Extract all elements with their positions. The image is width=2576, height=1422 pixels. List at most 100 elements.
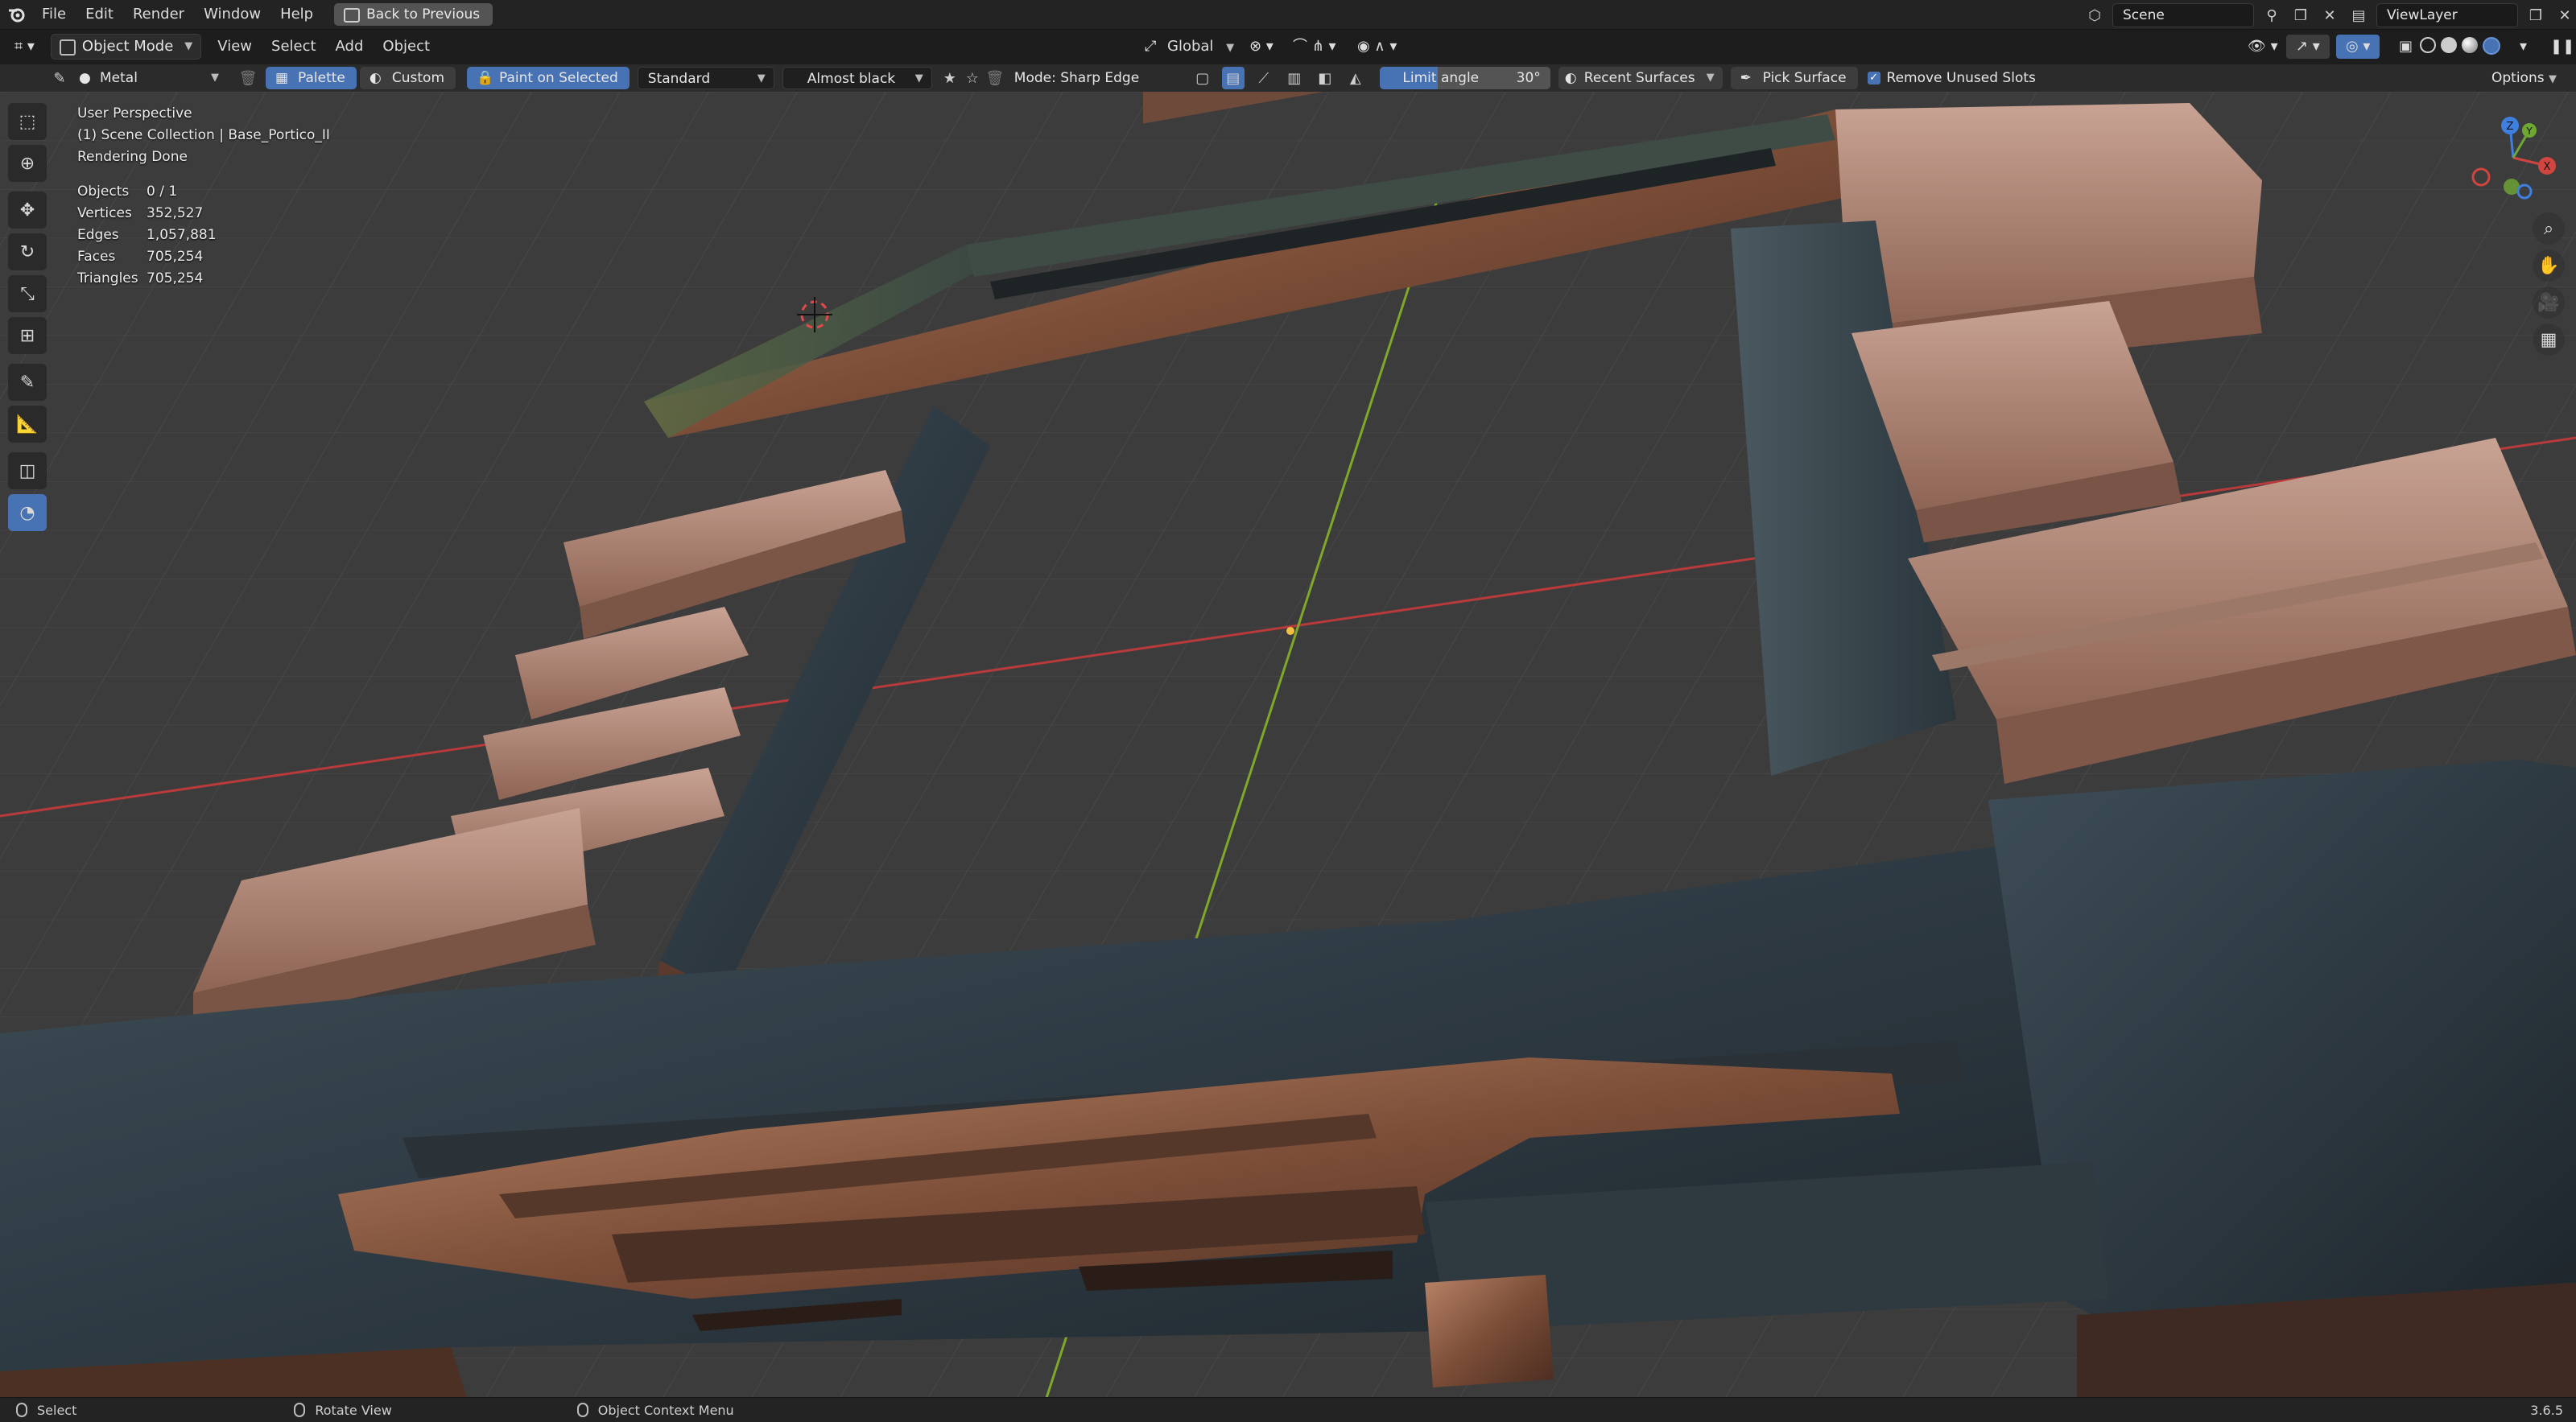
wireframe-shading-icon[interactable] xyxy=(2420,37,2436,53)
gizmo-y-label: Y xyxy=(2525,126,2533,137)
color-dropdown[interactable]: Almost black ▼ xyxy=(782,67,932,89)
mode-icon-3[interactable]: ⟋ xyxy=(1253,67,1275,89)
blender-logo-icon[interactable] xyxy=(0,0,32,29)
overlays-toggle-icon[interactable]: ◎ ▾ xyxy=(2336,35,2380,59)
rotate-tool-icon[interactable]: ↻ xyxy=(8,233,47,270)
move-tool-icon[interactable]: ✥ xyxy=(8,192,47,229)
visibility-icon[interactable]: 👁 ▾ xyxy=(2238,35,2288,59)
color-set-dropdown[interactable]: Standard Colors ▼ xyxy=(637,67,774,109)
editor-type-icon[interactable]: ⌗ ▾ xyxy=(5,35,44,59)
palette-icon: ▦ xyxy=(275,70,289,86)
scene-name-field[interactable]: Scene xyxy=(2112,3,2254,27)
add-cube-tool-icon[interactable]: ◫ xyxy=(8,452,47,489)
solid-shading-icon[interactable] xyxy=(2441,37,2457,53)
menu-render[interactable]: Render xyxy=(123,0,194,29)
menu-window[interactable]: Window xyxy=(194,0,270,29)
mode-icon-4[interactable]: ▥ xyxy=(1283,67,1306,89)
custom-label: Custom xyxy=(391,70,445,86)
brush-icon[interactable]: ✎ xyxy=(48,67,71,89)
delete-scene-icon[interactable]: ✕ xyxy=(2318,4,2341,27)
star-outline-icon[interactable]: ☆ xyxy=(961,67,984,89)
chevron-down-icon: ▼ xyxy=(2549,73,2557,85)
custom-button[interactable]: ◐ Custom xyxy=(359,67,456,89)
proportional-edit-icon[interactable]: ◉ ∧ ▾ xyxy=(1348,35,1406,59)
stat-label: Faces xyxy=(77,249,116,265)
tool-settings-bar: ✎ ● Metal Aluminium ▼ 🗑 ▦ Palette ◐ Cust… xyxy=(0,64,2576,109)
mode-icon-6[interactable]: ◭ xyxy=(1344,67,1367,89)
annotate-tool-icon[interactable]: ✎ xyxy=(8,364,47,401)
delete-view-layer-icon[interactable]: ✕ xyxy=(2553,4,2576,27)
material-sphere-icon: ● xyxy=(79,70,91,86)
remove-unused-slots-checkbox[interactable]: ✓ Remove Unused Slots xyxy=(1867,70,2036,86)
pan-hand-icon[interactable]: ✋ xyxy=(2533,249,2565,282)
mode-label: Mode: Sharp Edge xyxy=(1013,70,1140,86)
gizmo-toggle-icon[interactable]: ↗ ▾ xyxy=(2286,35,2330,59)
object-mode-icon xyxy=(59,39,76,56)
rendered-shading-icon[interactable] xyxy=(2483,37,2500,55)
sidebar-toggle-icon[interactable]: ❚❚ xyxy=(2541,35,2576,59)
menu-object[interactable]: Object xyxy=(373,35,440,59)
material-shading-icon[interactable] xyxy=(2462,37,2478,53)
color-label: Almost black xyxy=(807,71,896,87)
status-rotate: Rotate View xyxy=(294,1403,392,1418)
chevron-down-icon: ▼ xyxy=(757,72,766,84)
object-mode-dropdown[interactable]: Object Mode ▼ xyxy=(50,34,202,60)
stat-label: Edges xyxy=(77,227,119,243)
status-select: Select xyxy=(16,1403,76,1418)
xray-icon[interactable]: ▣ xyxy=(2389,35,2422,59)
view-layer-icon[interactable]: ▤ xyxy=(2347,4,2370,27)
back-to-previous-button[interactable]: Back to Previous xyxy=(334,3,493,26)
snap-icon[interactable]: ⌒ ⋔ ▾ xyxy=(1283,35,1346,59)
3d-viewport[interactable]: User Perspective (1) Scene Collection | … xyxy=(0,92,2576,1398)
palette-button[interactable]: ▦ Palette xyxy=(266,67,357,89)
transform-tool-icon[interactable]: ⊞ xyxy=(8,317,47,354)
collection-label: (1) Scene Collection | Base_Portico_II xyxy=(77,127,330,143)
menu-edit[interactable]: Edit xyxy=(76,0,123,29)
new-view-layer-icon[interactable]: ❐ xyxy=(2524,4,2547,27)
chevron-down-icon: ▼ xyxy=(1226,42,1235,54)
options-dropdown[interactable]: Options ▼ xyxy=(2491,70,2557,86)
navigation-gizmo[interactable]: X Z Y xyxy=(2463,113,2568,201)
camera-icon[interactable]: 🎥 xyxy=(2533,286,2565,319)
menu-add[interactable]: Add xyxy=(326,35,374,59)
stats-objects: Objects 0 / 1 xyxy=(77,181,330,203)
scene-render xyxy=(0,92,2576,1398)
mouse-middle-icon xyxy=(294,1403,306,1417)
perspective-grid-icon[interactable]: ▦ xyxy=(2533,324,2565,356)
transform-orientation-dropdown[interactable]: ⤢ Global ▼ xyxy=(1138,35,1244,59)
mode-icon-5[interactable]: ◧ xyxy=(1314,67,1336,89)
shading-options-icon[interactable]: ▾ xyxy=(2510,35,2537,59)
delete-color-icon[interactable]: 🗑 xyxy=(984,67,1006,89)
pick-surface-button[interactable]: ✒ Pick Surface xyxy=(1730,67,1858,89)
lock-icon: 🔒 xyxy=(477,70,494,86)
stat-value: 705,254 xyxy=(147,249,204,265)
menu-view[interactable]: View xyxy=(208,35,262,59)
cursor-tool-icon[interactable]: ⊕ xyxy=(8,145,47,182)
menu-help[interactable]: Help xyxy=(270,0,323,29)
mode-icon-1[interactable]: ▢ xyxy=(1191,67,1214,89)
menu-select[interactable]: Select xyxy=(262,35,326,59)
star-filled-icon[interactable]: ★ xyxy=(939,67,961,89)
chevron-down-icon: ▼ xyxy=(184,40,193,52)
recent-surfaces-dropdown[interactable]: ◐ Recent Surfaces ▼ xyxy=(1558,67,1723,89)
pin-icon[interactable]: ⚲ xyxy=(2260,4,2283,27)
zoom-icon[interactable]: ⌕ xyxy=(2533,212,2565,245)
select-box-tool-icon[interactable]: ⬚ xyxy=(8,103,47,140)
mode-icon-2[interactable]: ▤ xyxy=(1221,67,1245,89)
pivot-icon[interactable]: ⊗ ▾ xyxy=(1240,35,1283,59)
new-scene-icon[interactable]: ❐ xyxy=(2289,4,2312,27)
view-layer-field[interactable]: ViewLayer xyxy=(2376,3,2518,27)
menu-file[interactable]: File xyxy=(32,0,76,29)
scale-tool-icon[interactable]: ⤡ xyxy=(8,275,47,312)
delete-material-icon[interactable]: 🗑 xyxy=(237,67,259,89)
limit-angle-slider[interactable]: Limit angle 30° xyxy=(1379,67,1550,89)
material-paint-tool-icon[interactable]: ◔ xyxy=(8,494,47,531)
stat-value: 1,057,881 xyxy=(147,227,217,243)
scene-icon[interactable]: ⬡ xyxy=(2083,4,2106,27)
measure-tool-icon[interactable]: 📐 xyxy=(8,406,47,443)
stat-label: Triangles xyxy=(77,270,138,286)
paint-on-selected-toggle[interactable]: 🔒 Paint on Selected xyxy=(467,67,630,89)
material-dropdown[interactable]: ● Metal Aluminium ▼ xyxy=(74,67,227,109)
selection-mode-group: ▢ ▤ ⟋ ▥ ◧ ◭ xyxy=(1191,67,1367,89)
mouse-left-icon xyxy=(16,1403,27,1417)
